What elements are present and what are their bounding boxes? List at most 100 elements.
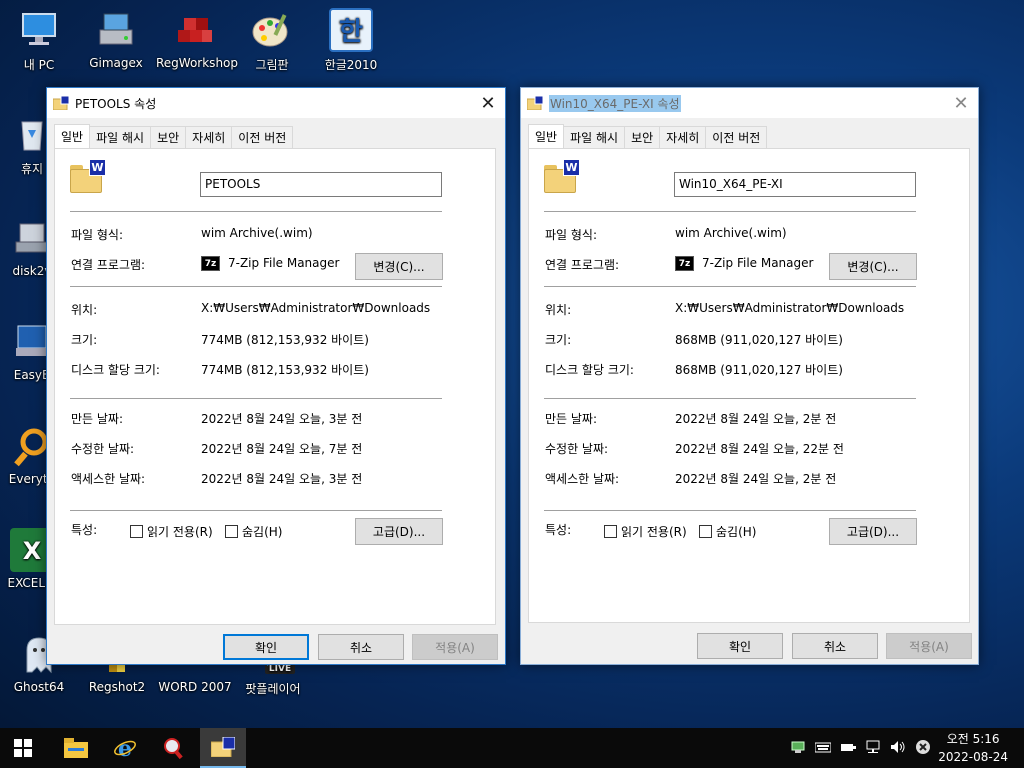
wim-folder-icon[interactable] [200, 728, 246, 768]
desktop-icon-regworkshop[interactable]: RegWorkshop [156, 8, 238, 70]
tab-details[interactable]: 자세히 [659, 126, 707, 148]
divider [544, 286, 916, 287]
desktop-icon-label: 팟플레이어 [245, 682, 301, 696]
divider [70, 286, 442, 287]
general-panel: W Win10_X64_PE-XI 파일 형식: wim Archive(.wi… [528, 148, 970, 623]
taskbar-clock[interactable]: 오전 5:16 2022-08-24 [938, 730, 1008, 766]
7zip-icon: 7z [201, 256, 220, 271]
desktop-icon-paint[interactable]: 그림판 [234, 8, 310, 73]
tab-file-hash[interactable]: 파일 해시 [563, 126, 626, 148]
desktop-icon-label: Regshot2 [88, 680, 146, 694]
checkbox-box[interactable] [604, 525, 617, 538]
keyboard-icon[interactable] [814, 741, 832, 756]
taskbar: e 오전 5:16 2022-08-24 [0, 728, 1024, 768]
location-label: 위치: [545, 303, 572, 317]
readonly-label: 읽기 전용(R) [147, 525, 213, 539]
desktop-icon-label: 한글2010 [324, 58, 378, 72]
svg-text:LIVE: LIVE [269, 664, 291, 674]
desktop-icon-label: WORD 2007 [158, 680, 232, 694]
apply-button[interactable]: 적용(A) [886, 633, 972, 659]
attributes-label: 특성: [545, 523, 572, 537]
file-type-label: 파일 형식: [545, 228, 598, 242]
cancel-button[interactable]: 취소 [318, 634, 404, 660]
size-label: 크기: [545, 333, 572, 347]
ok-button[interactable]: 확인 [697, 633, 783, 659]
7zip-icon: 7z [675, 256, 694, 271]
attributes-label: 특성: [71, 523, 98, 537]
registry-cubes-icon [172, 8, 216, 52]
opens-with-value: 7-Zip File Manager [228, 256, 340, 270]
wim-badge: W [563, 159, 580, 176]
size-label: 크기: [71, 333, 98, 347]
divider [70, 398, 442, 399]
disk-image-icon [94, 8, 138, 52]
clock-time: 오전 5:16 [946, 732, 1000, 746]
apply-button[interactable]: 적용(A) [412, 634, 498, 660]
tab-details[interactable]: 자세히 [185, 126, 233, 148]
readonly-checkbox[interactable]: 읽기 전용(R) [130, 523, 213, 540]
size-on-disk-label: 디스크 할당 크기: [545, 363, 634, 377]
divider [70, 510, 442, 511]
tab-security[interactable]: 보안 [150, 126, 187, 148]
size-on-disk-value: 868MB (911,020,127 바이트) [675, 363, 843, 377]
wim-file-icon: W [544, 159, 580, 193]
file-type-value: wim Archive(.wim) [201, 226, 313, 240]
close-icon[interactable]: ✕ [944, 88, 978, 118]
checkbox-box[interactable] [225, 525, 238, 538]
window-title: PETOOLS 속성 [75, 96, 157, 111]
tab-general[interactable]: 일반 [528, 124, 565, 148]
usb-device-icon[interactable] [840, 740, 856, 757]
ok-button[interactable]: 확인 [223, 634, 309, 660]
checkbox-box[interactable] [130, 525, 143, 538]
divider [544, 510, 916, 511]
properties-dialog-win10-pe: Win10_X64_PE-XI 속성 ✕ 일반 파일 해시 보안 자세히 이전 … [520, 87, 979, 665]
hidden-checkbox[interactable]: 숨김(H) [699, 523, 756, 540]
created-value: 2022년 8월 24일 오늘, 2분 전 [675, 412, 837, 426]
volume-icon[interactable] [890, 740, 906, 757]
internet-explorer-icon[interactable]: e [102, 728, 148, 768]
title-bar[interactable]: Win10_X64_PE-XI 속성 ✕ [521, 88, 978, 118]
modified-label: 수정한 날짜: [545, 442, 609, 456]
tool-icon[interactable] [151, 728, 197, 768]
tab-general[interactable]: 일반 [54, 124, 91, 148]
size-on-disk-label: 디스크 할당 크기: [71, 363, 160, 377]
hidden-label: 숨김(H) [242, 525, 283, 539]
hidden-label: 숨김(H) [716, 525, 757, 539]
size-value: 774MB (812,153,932 바이트) [201, 333, 369, 347]
change-button[interactable]: 변경(C)... [829, 253, 917, 280]
tab-security[interactable]: 보안 [624, 126, 661, 148]
network-tray-icon[interactable] [790, 740, 806, 757]
close-circle-icon[interactable] [915, 739, 931, 758]
advanced-button[interactable]: 고급(D)... [829, 518, 917, 545]
checkbox-box[interactable] [699, 525, 712, 538]
desktop-icon-hangul[interactable]: 한 한글2010 [313, 8, 389, 73]
opens-with-label: 연결 프로그램: [71, 258, 146, 272]
title-bar[interactable]: PETOOLS 속성 ✕ [47, 88, 505, 118]
file-explorer-icon[interactable] [53, 728, 99, 768]
readonly-checkbox[interactable]: 읽기 전용(R) [604, 523, 687, 540]
cancel-button[interactable]: 취소 [792, 633, 878, 659]
start-icon[interactable] [0, 728, 46, 768]
divider [70, 211, 442, 212]
created-value: 2022년 8월 24일 오늘, 3분 전 [201, 412, 363, 426]
divider [544, 398, 916, 399]
wim-folder-icon [526, 95, 544, 111]
network-wired-icon[interactable] [865, 740, 881, 757]
desktop-icon-label: Ghost64 [13, 680, 65, 694]
close-icon[interactable]: ✕ [471, 88, 505, 118]
file-name-field[interactable]: Win10_X64_PE-XI [674, 172, 916, 197]
tab-previous-versions[interactable]: 이전 버전 [705, 126, 768, 148]
tab-previous-versions[interactable]: 이전 버전 [231, 126, 294, 148]
clock-date: 2022-08-24 [938, 750, 1008, 764]
opens-with-value-row: 7z 7-Zip File Manager [675, 256, 813, 271]
hidden-checkbox[interactable]: 숨김(H) [225, 523, 282, 540]
file-name-field[interactable]: PETOOLS [200, 172, 442, 197]
divider [544, 211, 916, 212]
tab-file-hash[interactable]: 파일 해시 [89, 126, 152, 148]
advanced-button[interactable]: 고급(D)... [355, 518, 443, 545]
desktop-icon-this-pc[interactable]: 내 PC [1, 8, 77, 73]
change-button[interactable]: 변경(C)... [355, 253, 443, 280]
modified-value: 2022년 8월 24일 오늘, 7분 전 [201, 442, 363, 456]
desktop-icon-gimagex[interactable]: Gimagex [78, 8, 154, 70]
computer-icon [17, 8, 61, 52]
